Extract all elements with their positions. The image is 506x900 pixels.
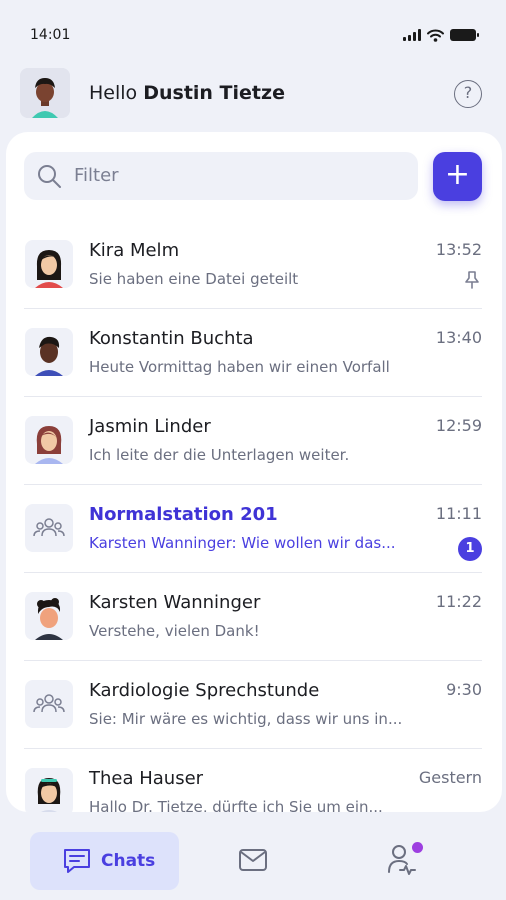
chat-row[interactable]: Kira Melm Sie haben eine Datei geteilt 1… bbox=[6, 220, 502, 308]
group-icon bbox=[33, 518, 65, 537]
new-chat-button[interactable]: + bbox=[433, 152, 482, 201]
chat-preview: Verstehe, vielen Dank! bbox=[89, 622, 260, 640]
battery-icon bbox=[450, 29, 479, 41]
chat-preview: Ich leite der die Unterlagen weiter. bbox=[89, 446, 350, 464]
nav-chats-tab[interactable]: Chats bbox=[30, 832, 179, 890]
user-name: Dustin Tietze bbox=[143, 82, 285, 104]
search-icon bbox=[38, 165, 61, 188]
greeting-prefix: Hello bbox=[89, 82, 138, 104]
help-button[interactable]: ? bbox=[454, 80, 482, 108]
signal-icon bbox=[403, 29, 421, 41]
chat-name: Kira Melm bbox=[89, 240, 180, 261]
group-icon bbox=[33, 694, 65, 713]
chat-time: 12:59 bbox=[435, 416, 482, 435]
avatar bbox=[25, 680, 73, 728]
notification-dot bbox=[412, 842, 423, 853]
unread-badge: 1 bbox=[458, 537, 482, 561]
search-input[interactable]: Filter bbox=[24, 152, 418, 200]
user-avatar[interactable] bbox=[20, 68, 70, 118]
chat-row[interactable]: Normalstation 201 Karsten Wanninger: Wie… bbox=[6, 484, 502, 572]
search-placeholder: Filter bbox=[74, 165, 119, 186]
chat-name: Jasmin Linder bbox=[89, 416, 211, 437]
chat-time: 11:22 bbox=[435, 592, 482, 611]
chat-preview: Karsten Wanninger: Wie wollen wir das... bbox=[89, 534, 396, 552]
chat-list: Kira Melm Sie haben eine Datei geteilt 1… bbox=[6, 220, 502, 812]
chat-card: Filter + Kira Melm Sie haben eine Datei … bbox=[6, 132, 502, 812]
chat-name: Normalstation 201 bbox=[89, 504, 278, 525]
chat-time: 9:30 bbox=[446, 680, 482, 699]
avatar bbox=[25, 328, 73, 376]
chat-row[interactable]: Kardiologie Sprechstunde Sie: Mir wäre e… bbox=[6, 660, 502, 748]
chat-name: Thea Hauser bbox=[89, 768, 204, 789]
avatar bbox=[25, 416, 73, 464]
mail-icon[interactable] bbox=[238, 848, 268, 872]
avatar bbox=[25, 240, 73, 288]
avatar bbox=[25, 504, 73, 552]
status-time: 14:01 bbox=[30, 27, 71, 43]
chat-row[interactable]: Thea Hauser Hallo Dr. Tietze, dürfte ich… bbox=[6, 748, 502, 812]
chat-time: Gestern bbox=[418, 768, 482, 787]
greeting: Hello Dustin Tietze bbox=[89, 82, 285, 104]
status-bar: 14:01 bbox=[0, 0, 506, 64]
chat-name: Kardiologie Sprechstunde bbox=[89, 680, 320, 701]
chat-name: Karsten Wanninger bbox=[89, 592, 261, 613]
chat-name: Konstantin Buchta bbox=[89, 328, 254, 349]
pin-icon bbox=[465, 271, 479, 289]
chat-row[interactable]: Konstantin Buchta Heute Vormittag haben … bbox=[6, 308, 502, 396]
status-icons bbox=[403, 27, 479, 43]
chat-preview: Heute Vormittag haben wir einen Vorfall bbox=[89, 358, 390, 376]
chat-row[interactable]: Karsten Wanninger Verstehe, vielen Dank!… bbox=[6, 572, 502, 660]
avatar bbox=[25, 768, 73, 812]
avatar bbox=[25, 592, 73, 640]
chat-row[interactable]: Jasmin Linder Ich leite der die Unterlag… bbox=[6, 396, 502, 484]
chat-preview: Sie: Mir wäre es wichtig, dass wir uns i… bbox=[89, 710, 403, 728]
chat-preview: Sie haben eine Datei geteilt bbox=[89, 270, 299, 288]
bottom-nav: Chats bbox=[0, 820, 506, 900]
nav-chats-label: Chats bbox=[101, 851, 156, 871]
header: Hello Dustin Tietze ? bbox=[0, 68, 506, 124]
wifi-icon bbox=[427, 29, 444, 42]
chat-preview: Hallo Dr. Tietze, dürfte ich Sie um ein.… bbox=[89, 798, 383, 812]
chat-time: 13:52 bbox=[435, 240, 482, 259]
chat-time: 13:40 bbox=[435, 328, 482, 347]
chat-bubble-icon bbox=[64, 849, 90, 873]
chat-time: 11:11 bbox=[435, 504, 482, 523]
